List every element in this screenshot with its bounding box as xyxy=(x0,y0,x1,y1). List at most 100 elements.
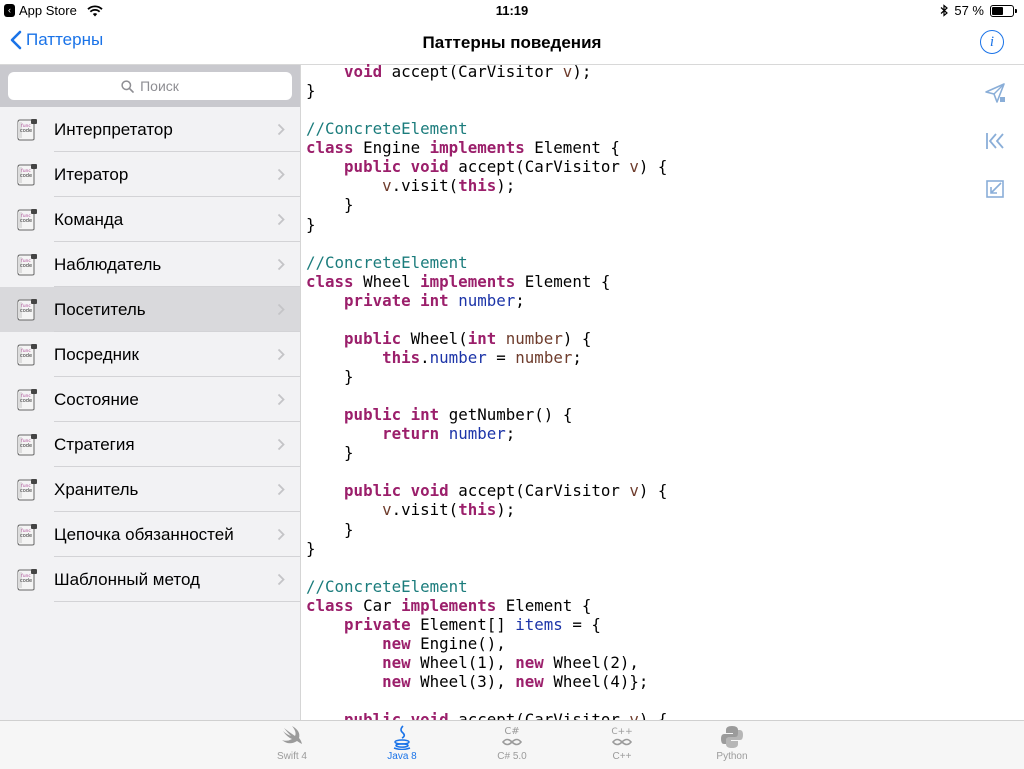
tab-csharp[interactable]: C# C# 5.0 xyxy=(462,721,562,769)
svg-text:code: code xyxy=(20,263,32,269)
tab-java[interactable]: Java 8 xyxy=(352,721,452,769)
tab-label: C++ xyxy=(612,751,632,762)
code-line: v.visit(this); xyxy=(306,500,966,519)
list-item[interactable]: func code Посетитель xyxy=(0,287,300,332)
chevron-right-icon xyxy=(277,258,285,276)
code-token: new xyxy=(515,652,544,672)
code-file-icon: func code xyxy=(16,524,38,546)
share-button[interactable] xyxy=(984,82,1006,104)
code-token: Element { xyxy=(496,595,592,615)
chevron-right-icon xyxy=(277,393,285,411)
code-token: ; xyxy=(515,290,525,310)
list-item[interactable]: func code Посредник xyxy=(0,332,300,377)
code-line: public void accept(CarVisitor v) { xyxy=(306,710,966,720)
list-item[interactable]: func code Интерпретатор xyxy=(0,107,300,152)
code-line: new Engine(), xyxy=(306,634,966,653)
info-button[interactable]: i xyxy=(980,30,1004,54)
search-input[interactable]: Поиск xyxy=(8,72,292,100)
page-title: Паттерны поведения xyxy=(422,33,602,52)
search-placeholder: Поиск xyxy=(140,78,179,94)
list-item[interactable]: func code Итератор xyxy=(0,152,300,197)
swift-icon xyxy=(242,724,342,750)
code-token: int xyxy=(410,405,440,425)
code-token: Element { xyxy=(524,138,620,158)
code-token: int xyxy=(420,290,449,310)
code-token: items xyxy=(515,614,563,634)
code-token: class xyxy=(306,271,354,291)
code-token: accept(CarVisitor xyxy=(448,481,630,501)
resize-button[interactable] xyxy=(984,178,1006,200)
list-item[interactable]: func code Хранитель xyxy=(0,467,300,512)
code-token: int xyxy=(467,328,497,348)
code-token: Engine xyxy=(353,138,430,158)
list-item[interactable]: func code Команда xyxy=(0,197,300,242)
separator xyxy=(54,601,300,602)
tab-python[interactable]: Python xyxy=(682,721,782,769)
code-token: ) { xyxy=(562,328,592,348)
list-item-label: Посетитель xyxy=(54,300,146,319)
code-token: Wheel(3), xyxy=(410,672,516,691)
search-icon xyxy=(121,79,134,93)
svg-text:code: code xyxy=(20,443,32,449)
code-line: } xyxy=(306,195,966,214)
code-token: ; xyxy=(505,424,516,444)
code-token: accept(CarVisitor xyxy=(382,62,563,81)
code-token: ) { xyxy=(638,157,668,177)
chevron-right-icon xyxy=(277,438,285,456)
chevron-right-icon xyxy=(277,123,285,141)
list-item[interactable]: func code Стратегия xyxy=(0,422,300,467)
code-line: v.visit(this); xyxy=(306,176,966,195)
code-token: new xyxy=(382,633,411,653)
list-item[interactable]: func code Состояние xyxy=(0,377,300,422)
code-view[interactable]: void accept(CarVisitor v);} //ConcreteEl… xyxy=(306,62,966,720)
code-token: void xyxy=(410,481,449,501)
code-line: //ConcreteElement xyxy=(306,119,966,138)
chevron-right-icon xyxy=(277,483,285,501)
code-token: public xyxy=(344,405,402,425)
code-line: new Wheel(1), new Wheel(2), xyxy=(306,653,966,672)
code-token: .visit( xyxy=(391,176,459,196)
tab-cpp[interactable]: C++ C++ xyxy=(572,721,672,769)
code-line: } xyxy=(306,443,966,462)
csharp-icon: C# xyxy=(462,724,562,750)
code-file-icon: func code xyxy=(16,389,38,411)
code-token: getNumber() { xyxy=(439,405,573,425)
code-token: v xyxy=(629,710,639,720)
status-bar: ‹ App Store 11:19 57 % xyxy=(0,0,1024,22)
code-line: public void accept(CarVisitor v) { xyxy=(306,481,966,500)
sidebar: Поиск func code Интерпретатор func code Итера… xyxy=(0,65,301,720)
code-token: public xyxy=(344,328,402,348)
svg-text:code: code xyxy=(20,218,32,224)
code-file-icon: func code xyxy=(16,434,38,456)
list-item[interactable]: func code Наблюдатель xyxy=(0,242,300,287)
code-token: = xyxy=(486,347,516,367)
navigation-bar: Паттерны Паттерны поведения i xyxy=(0,22,1024,65)
code-token: implements xyxy=(429,138,525,158)
code-token: Wheel xyxy=(353,271,421,291)
code-token: Wheel(2), xyxy=(543,652,639,672)
list-item-label: Итератор xyxy=(54,165,129,184)
list-item[interactable]: func code Шаблонный метод xyxy=(0,557,300,602)
chevron-right-icon xyxy=(277,528,285,546)
code-token: implements xyxy=(420,271,516,291)
tab-swift[interactable]: Swift 4 xyxy=(242,721,342,769)
tab-label: Swift 4 xyxy=(276,751,307,762)
code-token: } xyxy=(306,443,354,463)
list-item-label: Посредник xyxy=(54,345,139,364)
svg-text:code: code xyxy=(20,173,32,179)
list-item[interactable]: func code Цепочка обязанностей xyxy=(0,512,300,557)
jump-to-start-button[interactable] xyxy=(984,130,1006,152)
code-token: implements xyxy=(401,595,497,615)
